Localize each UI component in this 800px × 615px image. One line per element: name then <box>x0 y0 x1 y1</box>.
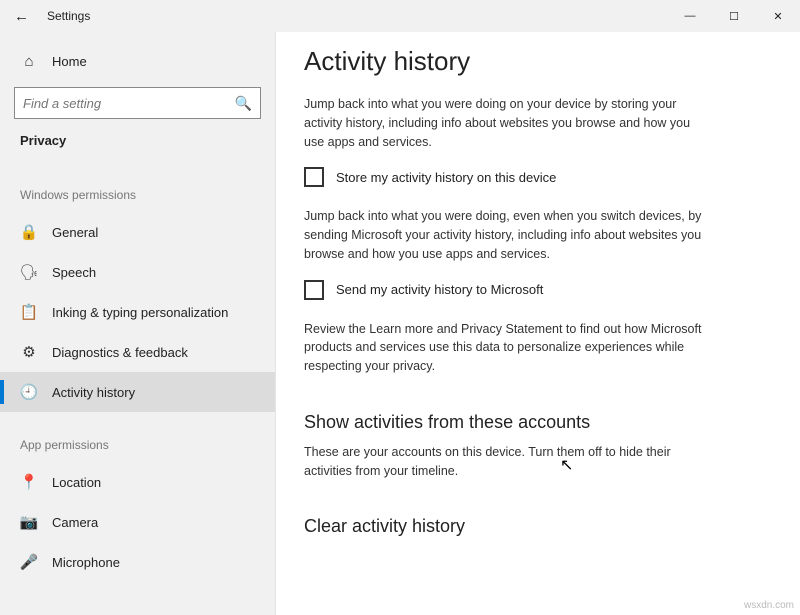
sidebar-item-label: Activity history <box>52 385 135 400</box>
description-2: Jump back into what you were doing, even… <box>304 207 704 263</box>
description-4: These are your accounts on this device. … <box>304 443 704 481</box>
content-area: Activity history Jump back into what you… <box>276 32 800 615</box>
back-button[interactable]: ← <box>14 8 29 25</box>
home-nav[interactable]: ⌂ Home <box>0 46 275 77</box>
sidebar-item-label: General <box>52 225 98 240</box>
maximize-button[interactable]: ☐ <box>712 0 756 32</box>
description-1: Jump back into what you were doing on yo… <box>304 95 704 151</box>
sidebar-item-general[interactable]: 🔒 General <box>0 212 275 252</box>
search-input[interactable] <box>15 88 260 118</box>
inking-icon: 📋 <box>20 303 38 321</box>
sidebar-item-inking-typing-personalization[interactable]: 📋 Inking & typing personalization <box>0 292 275 332</box>
minimize-button[interactable]: — <box>668 0 712 32</box>
sidebar-item-label: Speech <box>52 265 96 280</box>
search-box[interactable]: 🔍 <box>14 87 261 119</box>
close-button[interactable]: ✕ <box>756 0 800 32</box>
category-label: Privacy <box>0 127 275 162</box>
sidebar-item-label: Camera <box>52 515 98 530</box>
section-app-permissions: App permissions <box>0 412 275 462</box>
sidebar-item-label: Inking & typing personalization <box>52 305 228 320</box>
checkbox-icon <box>304 167 324 187</box>
section-windows-permissions: Windows permissions <box>0 162 275 212</box>
microphone-icon: 🎤 <box>20 553 38 571</box>
sidebar: ⌂ Home 🔍 Privacy Windows permissions 🔒 Ge… <box>0 32 276 615</box>
window-title: Settings <box>47 9 90 23</box>
checkbox-label: Send my activity history to Microsoft <box>336 282 543 297</box>
search-icon: 🔍 <box>235 95 252 112</box>
checkbox-label: Store my activity history on this device <box>336 170 556 185</box>
diagnostics-icon: ⚙ <box>20 343 38 361</box>
subheading-clear: Clear activity history <box>304 516 760 537</box>
camera-icon: 📷 <box>20 513 38 531</box>
page-title: Activity history <box>304 46 760 77</box>
sidebar-item-label: Microphone <box>52 555 120 570</box>
sidebar-item-activity-history[interactable]: 🕘 Activity history <box>0 372 275 412</box>
sidebar-item-speech[interactable]: 🗣 Speech <box>0 252 275 292</box>
speech-icon: 🗣 <box>20 263 38 281</box>
sidebar-item-diagnostics-feedback[interactable]: ⚙ Diagnostics & feedback <box>0 332 275 372</box>
checkbox-icon <box>304 280 324 300</box>
send-activity-checkbox[interactable]: Send my activity history to Microsoft <box>304 280 760 300</box>
home-icon: ⌂ <box>20 53 38 70</box>
general-icon: 🔒 <box>20 223 38 241</box>
sidebar-item-camera[interactable]: 📷 Camera <box>0 502 275 542</box>
home-label: Home <box>52 54 87 69</box>
location-icon: 📍 <box>20 473 38 491</box>
sidebar-item-label: Location <box>52 475 101 490</box>
watermark: wsxdn.com <box>744 600 794 611</box>
sidebar-item-label: Diagnostics & feedback <box>52 345 188 360</box>
description-3: Review the Learn more and Privacy Statem… <box>304 320 704 376</box>
sidebar-item-location[interactable]: 📍 Location <box>0 462 275 502</box>
activity-icon: 🕘 <box>20 383 38 401</box>
sidebar-item-microphone[interactable]: 🎤 Microphone <box>0 542 275 582</box>
store-activity-checkbox[interactable]: Store my activity history on this device <box>304 167 760 187</box>
subheading-accounts: Show activities from these accounts <box>304 412 760 433</box>
